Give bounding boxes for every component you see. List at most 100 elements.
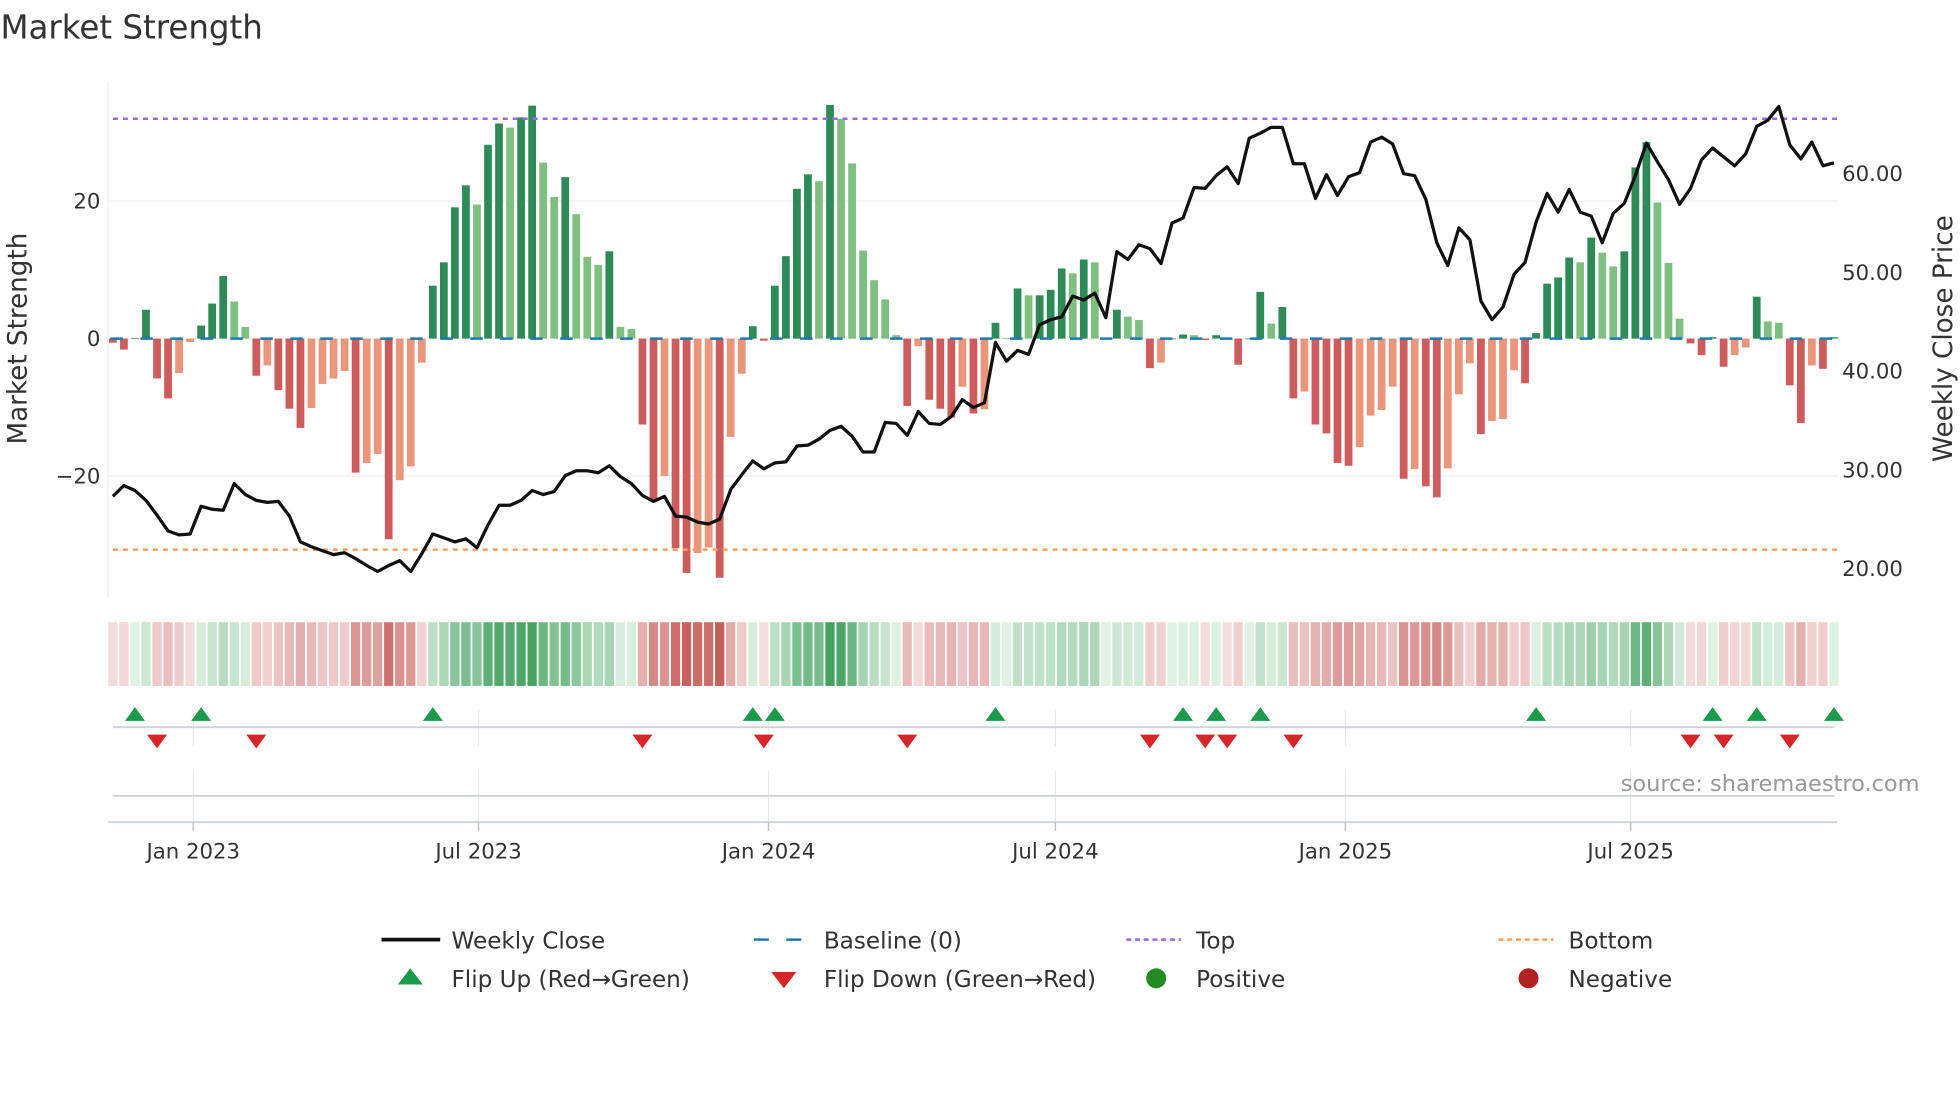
strip-cell xyxy=(406,622,416,686)
flip-up-marker xyxy=(1250,707,1271,721)
strength-bar xyxy=(1366,338,1375,416)
strength-bar xyxy=(340,338,349,371)
legend-item-positive[interactable]: Positive xyxy=(1146,967,1285,993)
strip-cell xyxy=(560,622,570,686)
strip-cell xyxy=(284,622,295,686)
left-tick-label: 0 xyxy=(87,327,101,352)
flip-up-marker xyxy=(124,707,145,721)
strength-bar xyxy=(1256,291,1265,339)
strip-cell xyxy=(1288,622,1298,686)
strength-bar xyxy=(1730,338,1739,356)
strip-cell xyxy=(836,622,846,686)
strength-bar xyxy=(1653,202,1662,339)
legend-item-bottom[interactable]: Bottom xyxy=(1498,928,1654,954)
legend-label: Bottom xyxy=(1568,928,1653,954)
strength-bar xyxy=(1543,283,1551,339)
strip-cell xyxy=(1730,622,1740,686)
strength-bar xyxy=(715,338,724,578)
legend-item-top[interactable]: Top xyxy=(1126,928,1235,954)
flip-down-marker xyxy=(1680,734,1701,749)
strip-cell xyxy=(141,622,151,686)
strip-cell xyxy=(858,622,868,686)
strip-cell xyxy=(1365,622,1376,686)
strength-bar xyxy=(881,299,890,339)
strip-cell xyxy=(1277,622,1287,686)
strength-bar xyxy=(473,204,481,339)
strength-bar xyxy=(1631,167,1640,339)
strength-heat-strip xyxy=(108,622,1839,686)
strip-cell xyxy=(483,622,493,686)
strip-cell xyxy=(582,622,592,686)
strip-cell xyxy=(1145,622,1155,686)
left-tick-label: 20 xyxy=(73,190,100,215)
strength-bar xyxy=(1212,335,1221,339)
strip-cell xyxy=(902,622,912,686)
strip-cell xyxy=(350,622,361,686)
strength-bar xyxy=(219,276,228,339)
flip-down-marker xyxy=(246,734,267,749)
strip-cell xyxy=(339,622,350,686)
strength-bar xyxy=(1300,338,1309,392)
strength-bar xyxy=(859,250,867,339)
legend-item-baseline[interactable]: Baseline (0) xyxy=(753,928,962,954)
strip-cell xyxy=(1156,622,1166,686)
strength-bar xyxy=(1808,338,1816,366)
strip-cell xyxy=(1531,622,1541,686)
x-tick-label: Jul 2024 xyxy=(1010,839,1098,864)
strength-bar xyxy=(528,105,537,339)
strength-bar xyxy=(1112,309,1121,339)
strength-bar xyxy=(837,118,845,339)
strip-cell xyxy=(251,622,261,686)
strip-cell xyxy=(1487,622,1497,686)
strength-bar xyxy=(804,174,812,339)
strength-bar xyxy=(815,181,823,339)
strip-cell xyxy=(1752,622,1762,686)
strength-bar xyxy=(1819,338,1827,369)
strength-bar xyxy=(1499,338,1507,419)
strength-bar xyxy=(1068,273,1077,339)
right-tick-label: 20.00 xyxy=(1842,557,1903,582)
strength-bar xyxy=(1697,338,1706,356)
strength-bar xyxy=(1421,338,1430,487)
flip-up-marker xyxy=(1746,707,1767,721)
strength-bar xyxy=(1355,338,1364,448)
strength-bar xyxy=(142,309,150,339)
strip-cell xyxy=(924,622,934,686)
strip-cell xyxy=(1388,622,1398,686)
strip-cell xyxy=(1343,622,1354,686)
strip-cell xyxy=(417,622,427,686)
strip-cell xyxy=(604,622,614,686)
strip-cell xyxy=(1410,622,1420,686)
strip-cell xyxy=(1134,622,1144,686)
strip-cell xyxy=(1763,622,1773,686)
strip-cell xyxy=(306,622,317,686)
strength-bar xyxy=(1620,251,1629,339)
strength-bar xyxy=(417,338,426,363)
strip-cell xyxy=(1630,622,1641,686)
strength-bar xyxy=(164,338,172,399)
strip-cell xyxy=(880,622,890,686)
strip-cell xyxy=(1674,622,1685,686)
strip-cell xyxy=(1079,622,1089,686)
strip-cell xyxy=(759,622,769,686)
strength-bar xyxy=(1521,338,1529,384)
right-axis-ticks: 60.00 50.00 40.00 30.00 20.00 xyxy=(1842,162,1903,582)
legend-item-flip-up[interactable]: Flip Up (Red→Green) xyxy=(397,967,690,993)
strip-cell xyxy=(1509,622,1519,686)
strip-cell xyxy=(1023,622,1034,686)
strength-bar xyxy=(594,265,603,339)
flip-down-marker xyxy=(1283,734,1304,749)
legend-item-flip-down[interactable]: Flip Down (Green→Red) xyxy=(771,967,1096,993)
legend-item-weekly-close[interactable]: Weekly Close xyxy=(381,928,606,954)
strength-bar xyxy=(1289,338,1298,399)
triangle-up-icon xyxy=(397,968,423,985)
right-tick-label: 30.00 xyxy=(1842,458,1903,483)
strip-cell xyxy=(1101,622,1111,686)
legend-item-negative[interactable]: Negative xyxy=(1518,967,1673,993)
x-tick-label: Jan 2024 xyxy=(720,839,816,864)
strip-cell xyxy=(240,622,250,686)
strength-bars xyxy=(109,104,1838,578)
strip-cell xyxy=(362,622,372,686)
strip-cell xyxy=(1299,622,1310,686)
right-tick-label: 60.00 xyxy=(1842,162,1903,187)
